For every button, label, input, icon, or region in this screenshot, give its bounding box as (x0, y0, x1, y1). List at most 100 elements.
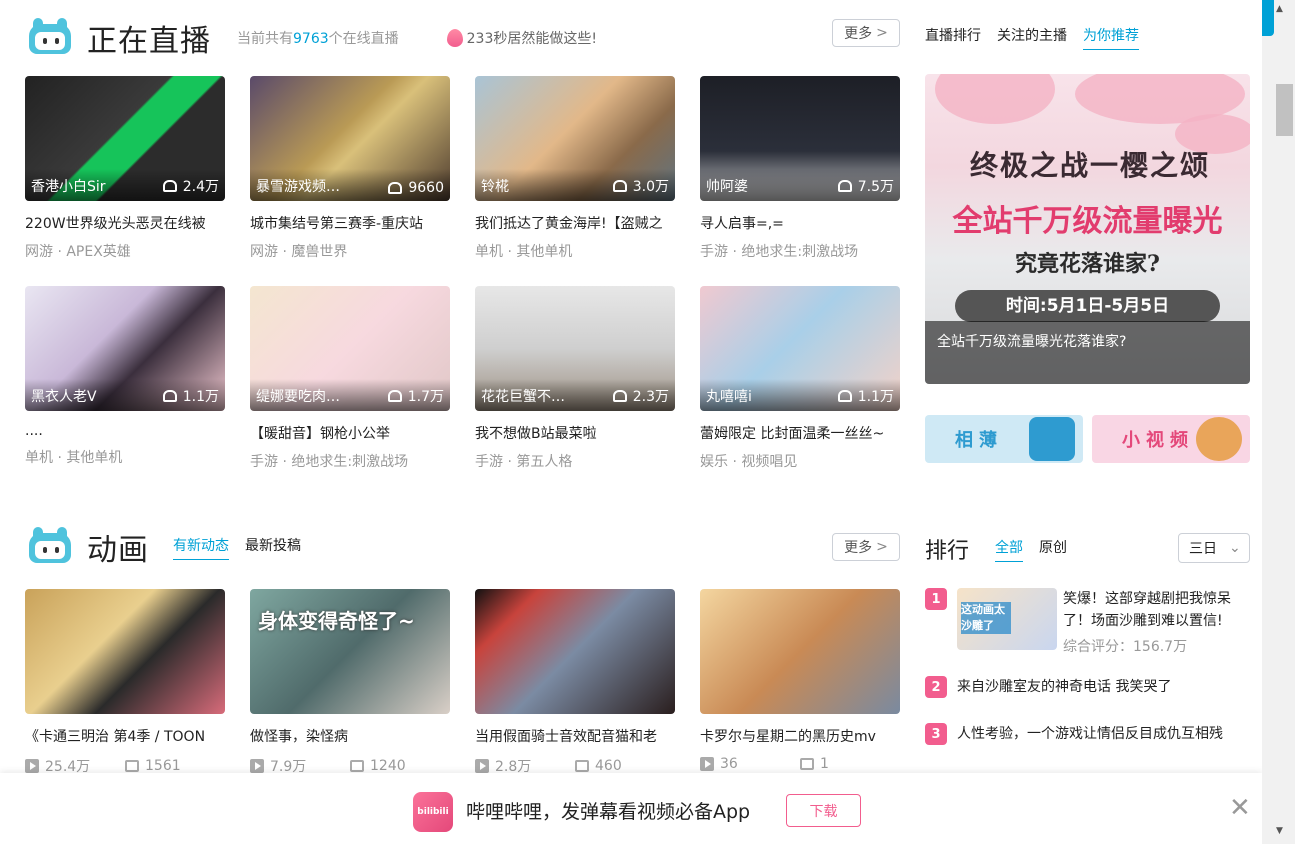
live-title-text[interactable]: .... (25, 423, 225, 439)
chevron-right-icon: > (876, 25, 888, 41)
tab-live-ranking[interactable]: 直播排行 (925, 25, 981, 50)
live-thumbnail[interactable]: 暴雪游戏频… 9660 (250, 76, 450, 201)
album-button[interactable]: 相薄 (925, 415, 1083, 463)
streamer-name[interactable]: 花花巨蟹不… (481, 386, 565, 406)
live-category[interactable]: 单机 · 其他单机 (475, 241, 675, 261)
tab-rank-all[interactable]: 全部 (995, 537, 1024, 562)
video-thumbnail[interactable] (700, 589, 900, 714)
tab-followed-streamers[interactable]: 关注的主播 (997, 25, 1067, 50)
rank-thumbnail[interactable]: 这动画太沙雕了 (957, 588, 1057, 650)
rank-item-2[interactable]: 2 来自沙雕室友的神奇电话 我笑哭了 (925, 676, 1171, 698)
streamer-name[interactable]: 帅阿婆 (706, 176, 748, 196)
live-category[interactable]: 单机 · 其他单机 (25, 447, 225, 467)
tab-rank-original[interactable]: 原创 (1039, 537, 1067, 562)
live-category[interactable]: 手游 · 绝地求生:刺激战场 (250, 451, 450, 471)
viewer-icon (612, 390, 627, 402)
film-reel-icon (1196, 417, 1242, 461)
scroll-down-arrow-icon[interactable]: ▼ (1276, 826, 1283, 836)
tab-latest-uploads[interactable]: 最新投稿 (245, 535, 301, 560)
live-title-text[interactable]: 我们抵达了黄金海岸!【盗贼之 (475, 213, 675, 233)
hot-link[interactable]: 233秒居然能做这些! (446, 28, 597, 48)
rank-title[interactable]: 笑爆！这部穿越剧把我惊呆了！场面沙雕到难以置信! (1063, 588, 1253, 632)
live-card[interactable]: 黑衣人老V 1.1万.... 单机 · 其他单机 (25, 286, 225, 467)
live-category[interactable]: 手游 · 第五人格 (475, 451, 675, 471)
live-card[interactable]: 帅阿婆 7.5万寻人启事=,= 手游 · 绝地求生:刺激战场 (700, 76, 900, 261)
live-title-text[interactable]: 城市集结号第三赛季-重庆站 (250, 213, 450, 233)
live-card[interactable]: 暴雪游戏频… 9660 城市集结号第三赛季-重庆站 网游 · 魔兽世界 (250, 76, 450, 261)
video-thumbnail[interactable]: 身体变得奇怪了~ (250, 589, 450, 714)
small-video-button[interactable]: 小视频 (1092, 415, 1250, 463)
video-card[interactable]: 卡罗尔与星期二的黑历史mv 36 1 (700, 589, 900, 772)
live-title-text[interactable]: 220W世界级光头恶灵在线被 (25, 213, 225, 233)
tab-recommended[interactable]: 为你推荐 (1083, 25, 1139, 50)
play-count-icon (700, 757, 714, 771)
live-category[interactable]: 网游 · 魔兽世界 (250, 241, 450, 261)
tab-new-activity[interactable]: 有新动态 (173, 535, 229, 560)
viewer-count: 2.3万 (612, 386, 669, 406)
rank-number: 3 (925, 723, 947, 745)
live-thumbnail[interactable]: 铃椛 3.0万 (475, 76, 675, 201)
live-card[interactable]: 香港小白Sir 2.4万 220W世界级光头恶灵在线被 网游 · APEX英雄 (25, 76, 225, 261)
live-card[interactable]: 丸嘻嘻i 1.1万蕾姆限定 比封面温柔一丝丝~ 娱乐 · 视频唱见 (700, 286, 900, 471)
video-title[interactable]: 卡罗尔与星期二的黑历史mv (700, 726, 900, 746)
scroll-thumb[interactable] (1276, 84, 1293, 136)
live-thumbnail[interactable]: 缇娜要吃肉… 1.7万 (250, 286, 450, 411)
live-category[interactable]: 手游 · 绝地求生:刺激战场 (700, 241, 900, 261)
streamer-name[interactable]: 黑衣人老V (31, 386, 97, 406)
live-card[interactable]: 铃椛 3.0万我们抵达了黄金海岸!【盗贼之 单机 · 其他单机 (475, 76, 675, 261)
live-title-text[interactable]: 寻人启事=,= (700, 213, 900, 233)
scroll-up-arrow-icon[interactable]: ▲ (1276, 4, 1283, 14)
video-stats: 36 1 (700, 756, 900, 772)
video-thumbnail[interactable] (25, 589, 225, 714)
video-card[interactable]: 《卡通三明治 第4季 / TOON 25.4万 1561 (25, 589, 225, 776)
live-thumbnail[interactable]: 黑衣人老V 1.1万 (25, 286, 225, 411)
rank-title[interactable]: 人性考验，一个游戏让情侣反目成仇互相残 (957, 723, 1223, 745)
chevron-down-icon: ⌄ (1229, 540, 1241, 556)
live-thumbnail[interactable]: 帅阿婆 7.5万 (700, 76, 900, 201)
live-thumbnail[interactable]: 花花巨蟹不… 2.3万 (475, 286, 675, 411)
video-title[interactable]: 《卡通三明治 第4季 / TOON (25, 726, 225, 746)
play-count-icon (25, 759, 39, 773)
rank-item-1[interactable]: 1 这动画太沙雕了 笑爆！这部穿越剧把我惊呆了！场面沙雕到难以置信! 综合评分：… (925, 588, 1253, 656)
thumbnail-overlay-text: 身体变得奇怪了~ (258, 609, 415, 633)
viewer-count: 1.7万 (387, 386, 444, 406)
live-category[interactable]: 娱乐 · 视频唱见 (700, 451, 900, 471)
streamer-name[interactable]: 暴雪游戏频… (256, 176, 340, 196)
video-title[interactable]: 当用假面骑士音效配音猫和老 (475, 726, 675, 746)
period-select[interactable]: 三日 ⌄ (1178, 533, 1250, 563)
streamer-name[interactable]: 铃椛 (481, 176, 509, 196)
rank-item-3[interactable]: 3 人性考验，一个游戏让情侣反目成仇互相残 (925, 723, 1223, 745)
live-more-button[interactable]: 更多 > (832, 19, 900, 47)
streamer-name[interactable]: 香港小白Sir (31, 176, 106, 196)
live-category[interactable]: 网游 · APEX英雄 (25, 241, 225, 261)
close-icon[interactable]: ✕ (1229, 793, 1251, 823)
video-card[interactable]: 当用假面骑士音效配音猫和老 2.8万 460 (475, 589, 675, 776)
video-card[interactable]: 身体变得奇怪了~ 做怪事，染怪病 7.9万 1240 (250, 589, 450, 776)
streamer-name[interactable]: 丸嘻嘻i (706, 386, 752, 406)
play-count-icon (250, 759, 264, 773)
viewer-icon (837, 390, 852, 402)
live-title: 正在直播 (87, 24, 211, 59)
live-thumbnail[interactable]: 丸嘻嘻i 1.1万 (700, 286, 900, 411)
live-thumbnail[interactable]: 香港小白Sir 2.4万 (25, 76, 225, 201)
download-button[interactable]: 下载 (786, 794, 861, 827)
live-card[interactable]: 缇娜要吃肉… 1.7万【暖甜音】钢枪小公举 手游 · 绝地求生:刺激战场 (250, 286, 450, 471)
live-card[interactable]: 花花巨蟹不… 2.3万我不想做B站最菜啦 手游 · 第五人格 (475, 286, 675, 471)
anime-more-button[interactable]: 更多 > (832, 533, 900, 561)
banner-caption: 全站千万级流量曝光花落谁家? (925, 321, 1250, 384)
video-title[interactable]: 做怪事，染怪病 (250, 726, 450, 746)
rank-title[interactable]: 来自沙雕室友的神奇电话 我笑哭了 (957, 676, 1171, 698)
viewer-count: 1.1万 (162, 386, 219, 406)
viewer-icon (388, 182, 403, 194)
live-title-text[interactable]: 蕾姆限定 比封面温柔一丝丝~ (700, 423, 900, 443)
anime-tabs: 有新动态 最新投稿 (173, 535, 301, 560)
live-title-text[interactable]: 【暖甜音】钢枪小公举 (250, 423, 450, 443)
live-title-text[interactable]: 我不想做B站最菜啦 (475, 423, 675, 443)
ranking-header: 排行 全部 原创 (925, 533, 1067, 565)
promo-banner[interactable]: 终极之战一樱之颂 全站千万级流量曝光 究竟花落谁家? 时间:5月1日-5月5日 … (925, 74, 1250, 384)
viewer-count: 2.4万 (162, 176, 219, 196)
viewer-icon (387, 390, 402, 402)
video-thumbnail[interactable] (475, 589, 675, 714)
side-tab-edge[interactable] (1262, 0, 1274, 36)
streamer-name[interactable]: 缇娜要吃肉… (256, 386, 340, 406)
